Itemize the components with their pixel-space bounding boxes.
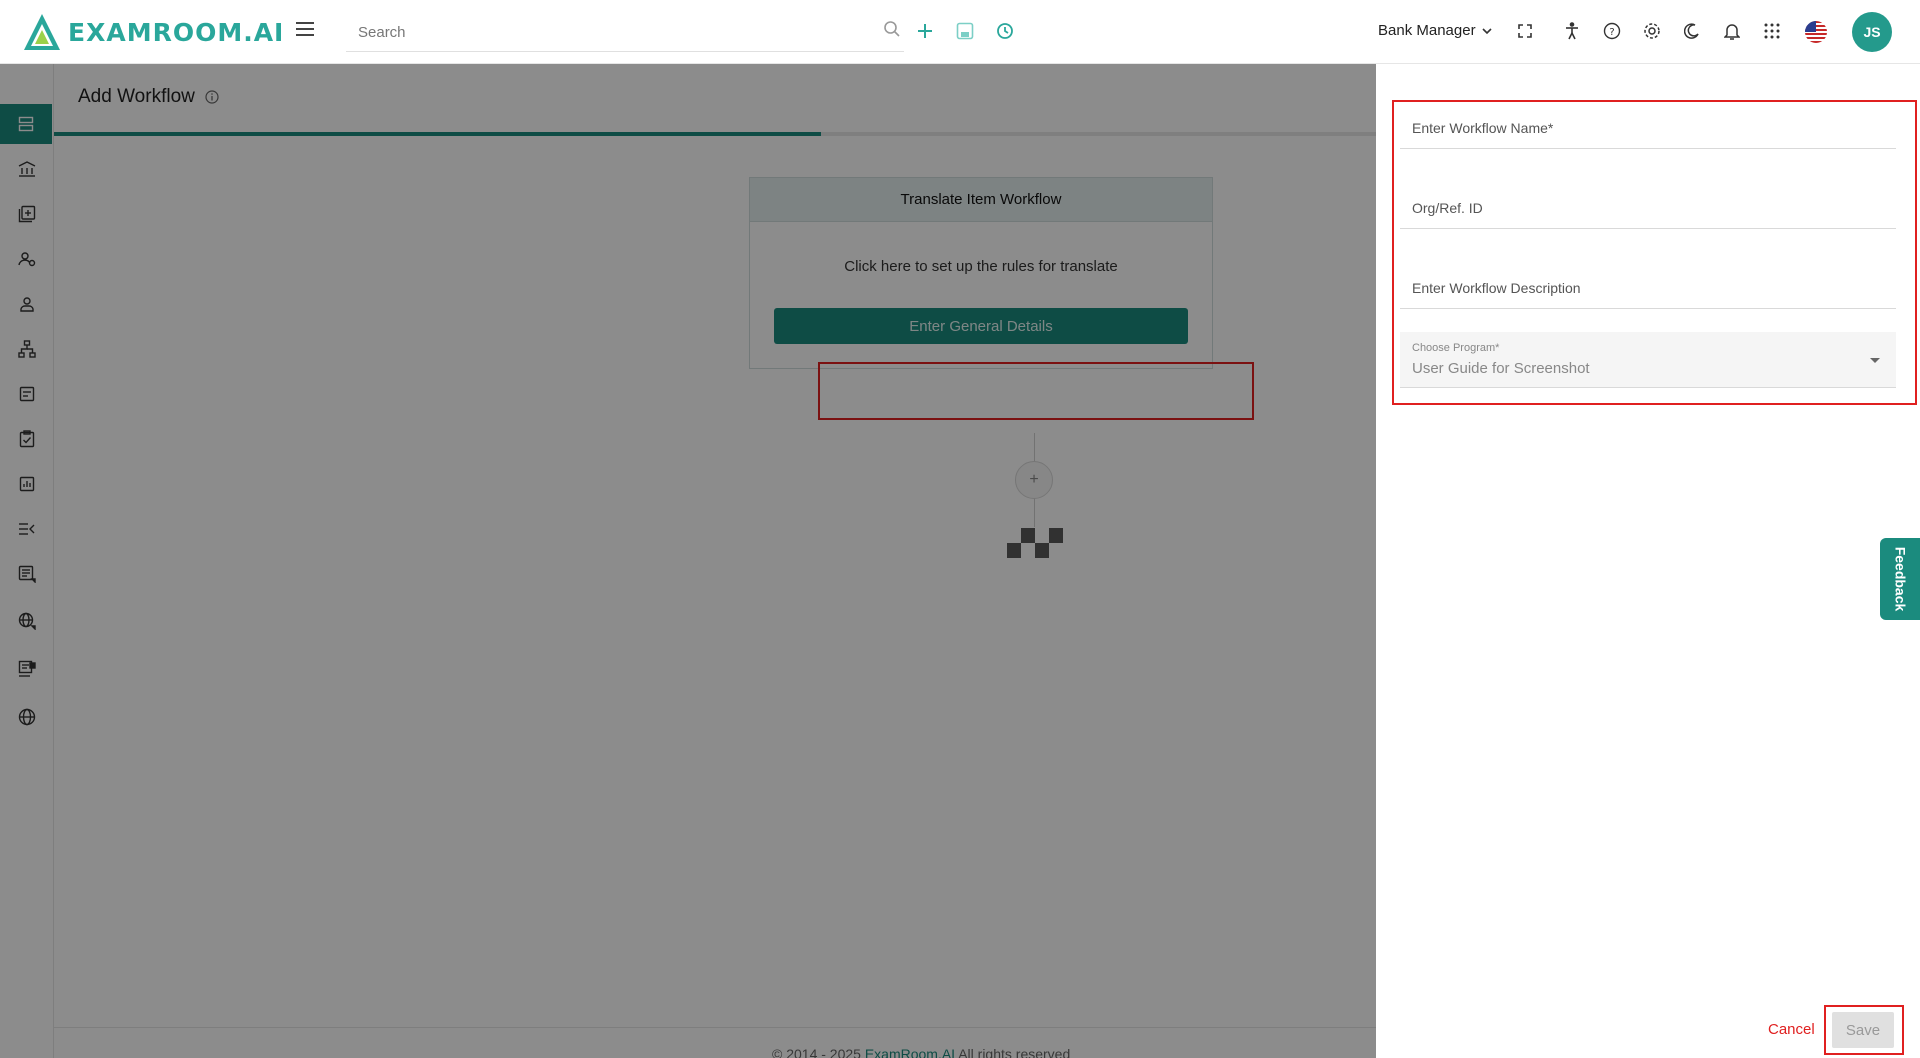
search-icon[interactable] bbox=[883, 20, 901, 43]
help-icon[interactable]: ? bbox=[1601, 20, 1623, 42]
logo-icon bbox=[24, 14, 60, 50]
dark-mode-icon[interactable] bbox=[1681, 20, 1703, 42]
settings-gear-icon[interactable] bbox=[1641, 20, 1663, 42]
workflow-details-panel: Choose Program* User Guide for Screensho… bbox=[1376, 64, 1920, 1058]
feedback-label: Feedback bbox=[1892, 546, 1908, 612]
search-input[interactable] bbox=[346, 14, 846, 50]
role-label: Bank Manager bbox=[1378, 22, 1476, 39]
history-icon[interactable] bbox=[994, 20, 1016, 42]
role-selector[interactable]: Bank Manager bbox=[1378, 22, 1492, 39]
logo-text: EXAMROOM.AI bbox=[68, 17, 285, 47]
top-header: EXAMROOM.AI Bank Manager ? JS bbox=[0, 0, 1920, 64]
feedback-tab[interactable]: Feedback bbox=[1880, 538, 1920, 620]
notification-bell-icon[interactable] bbox=[1721, 20, 1743, 42]
search-bar bbox=[346, 14, 904, 52]
svg-text:?: ? bbox=[1609, 27, 1614, 38]
highlight-box bbox=[1824, 1005, 1904, 1055]
apps-grid-icon[interactable] bbox=[1761, 20, 1783, 42]
logo[interactable]: EXAMROOM.AI bbox=[22, 12, 284, 52]
avatar[interactable]: JS bbox=[1852, 12, 1892, 52]
fullscreen-icon[interactable] bbox=[1514, 20, 1536, 42]
cancel-button[interactable]: Cancel bbox=[1768, 1021, 1815, 1038]
add-icon[interactable] bbox=[914, 20, 936, 42]
us-flag-icon[interactable] bbox=[1805, 21, 1827, 43]
accessibility-icon[interactable] bbox=[1561, 20, 1583, 42]
menu-toggle-icon[interactable] bbox=[296, 22, 314, 36]
chevron-down-icon bbox=[1481, 27, 1492, 34]
save-icon[interactable] bbox=[954, 20, 976, 42]
modal-backdrop[interactable] bbox=[0, 64, 1376, 1058]
highlight-box bbox=[1392, 100, 1917, 405]
